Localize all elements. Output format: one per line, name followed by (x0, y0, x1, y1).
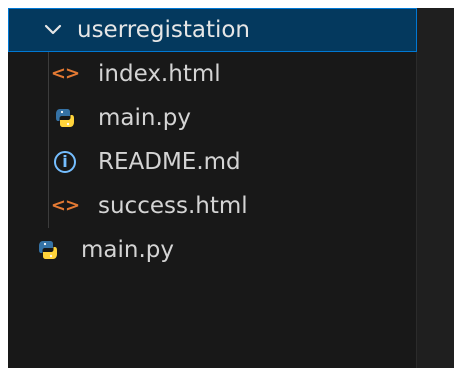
chevron-down-icon[interactable] (39, 16, 67, 44)
explorer-tree: userregistation <> index.html main.py i … (8, 8, 417, 368)
file-name: success.html (98, 192, 248, 219)
python-file-icon (34, 236, 62, 264)
file-name: main.py (98, 104, 191, 131)
file-name: main.py (81, 236, 174, 263)
html-file-icon: <> (50, 195, 80, 216)
folder-name: userregistation (77, 16, 251, 43)
screenshot-frame: userregistation <> index.html main.py i … (0, 0, 462, 376)
python-file-icon (51, 104, 79, 132)
file-name: index.html (98, 60, 221, 87)
file-row-main-py[interactable]: main.py (8, 96, 417, 140)
folder-row-userregistation[interactable]: userregistation (8, 8, 417, 52)
file-row-index-html[interactable]: <> index.html (8, 52, 417, 96)
file-row-root-main-py[interactable]: main.py (8, 228, 417, 272)
file-row-success-html[interactable]: <> success.html (8, 184, 417, 228)
file-row-readme-md[interactable]: i README.md (8, 140, 417, 184)
info-icon: i (54, 151, 76, 173)
html-file-icon: <> (50, 63, 80, 84)
editor-area (417, 8, 454, 368)
file-explorer: userregistation <> index.html main.py i … (8, 8, 454, 368)
file-name: README.md (98, 148, 241, 175)
